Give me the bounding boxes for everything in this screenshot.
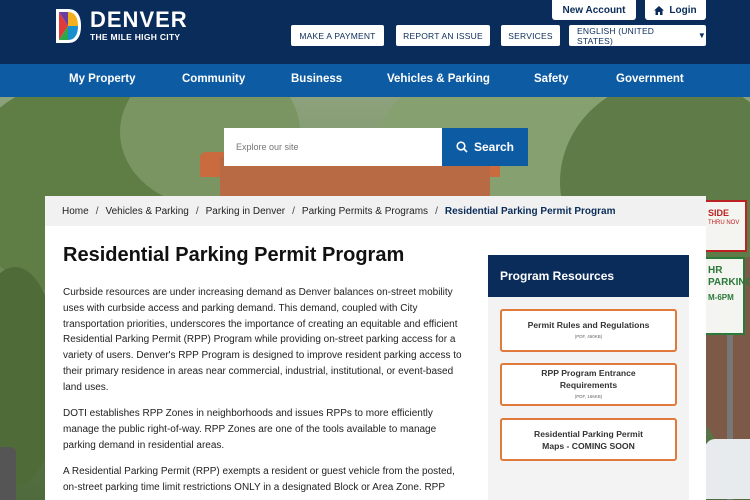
search-icon: [456, 141, 468, 153]
sign-text: M-6PM: [708, 293, 734, 302]
search-button[interactable]: Search: [442, 128, 528, 166]
breadcrumb-separator: /: [95, 205, 99, 217]
main-nav: My Property Community Business Vehicles …: [0, 64, 750, 97]
resource-label: Residential Parking Permit Maps - COMING…: [534, 428, 643, 451]
body-paragraph: A Residential Parking Permit (RPP) exemp…: [63, 466, 455, 493]
sign-text: THRU NOV: [708, 220, 740, 226]
breadcrumb-vehicles-parking[interactable]: Vehicles & Parking: [105, 206, 188, 217]
body-paragraph: Curbside resources are under increasing …: [63, 287, 462, 393]
nav-item-business[interactable]: Business: [291, 64, 342, 97]
language-label: ENGLISH (UNITED STATES): [577, 25, 655, 46]
resource-link-permit-maps[interactable]: Residential Parking Permit Maps - COMING…: [500, 418, 677, 461]
login-button[interactable]: Login: [645, 0, 706, 20]
resource-link-entrance-requirements[interactable]: RPP Program Entrance Requirements (PDF, …: [500, 363, 677, 406]
search-button-label: Search: [473, 140, 515, 154]
nav-item-my-property[interactable]: My Property: [69, 64, 135, 97]
header-bar: DENVER THE MILE HIGH CITY New Account Lo…: [0, 0, 750, 64]
resource-link-permit-rules[interactable]: Permit Rules and Regulations (PDF, 460KB…: [500, 309, 677, 352]
breadcrumb-parking-permits[interactable]: Parking Permits & Programs: [302, 206, 428, 217]
denver-logo[interactable]: DENVER THE MILE HIGH CITY: [54, 7, 188, 45]
services-button[interactable]: SERVICES: [501, 25, 560, 46]
nav-item-government[interactable]: Government: [616, 64, 684, 97]
breadcrumb-separator: /: [195, 205, 199, 217]
report-issue-button[interactable]: REPORT AN ISSUE: [396, 25, 490, 46]
make-payment-button[interactable]: MAKE A PAYMENT: [291, 25, 384, 46]
breadcrumb-home[interactable]: Home: [62, 206, 89, 217]
nav-item-vehicles-parking[interactable]: Vehicles & Parking: [387, 64, 490, 97]
resource-file-info: (PDF, 166KB): [574, 393, 603, 399]
nav-item-safety[interactable]: Safety: [534, 64, 569, 97]
resource-file-info: (PDF, 460KB): [574, 333, 603, 339]
parking-sign-green: HR PARKING M-6PM: [703, 257, 750, 335]
sign-text: HR PARKING: [708, 265, 750, 288]
language-select[interactable]: ENGLISH (UNITED STATES) ▼: [569, 25, 706, 46]
page-title: Residential Parking Permit Program: [63, 244, 405, 266]
resource-label: RPP Program Entrance Requirements: [541, 367, 636, 390]
breadcrumb-separator: /: [435, 205, 438, 217]
breadcrumb-parking-in-denver[interactable]: Parking in Denver: [206, 206, 285, 217]
parking-sign-red: SIDE THRU NOV: [703, 200, 747, 252]
breadcrumb: Home / Vehicles & Parking / Parking in D…: [45, 196, 706, 226]
logo-title: DENVER: [90, 7, 188, 32]
breadcrumb-current: Residential Parking Permit Program: [444, 205, 616, 217]
parked-car: [705, 439, 750, 499]
nav-item-community[interactable]: Community: [182, 64, 245, 97]
breadcrumb-separator: /: [292, 205, 295, 217]
new-account-button[interactable]: New Account: [552, 0, 636, 20]
search-input[interactable]: [224, 128, 442, 166]
denver-logo-icon: [56, 9, 81, 43]
home-icon: [654, 5, 665, 15]
sign-text: SIDE: [708, 208, 730, 218]
resource-label: Permit Rules and Regulations: [527, 319, 650, 330]
parked-car: [0, 447, 16, 500]
body-paragraph: DOTI establishes RPP Zones in neighborho…: [63, 408, 437, 451]
login-label: Login: [669, 4, 697, 16]
caret-down-icon: ▼: [697, 31, 706, 40]
program-resources-heading: Program Resources: [488, 255, 689, 297]
logo-tagline: THE MILE HIGH CITY: [90, 32, 181, 42]
